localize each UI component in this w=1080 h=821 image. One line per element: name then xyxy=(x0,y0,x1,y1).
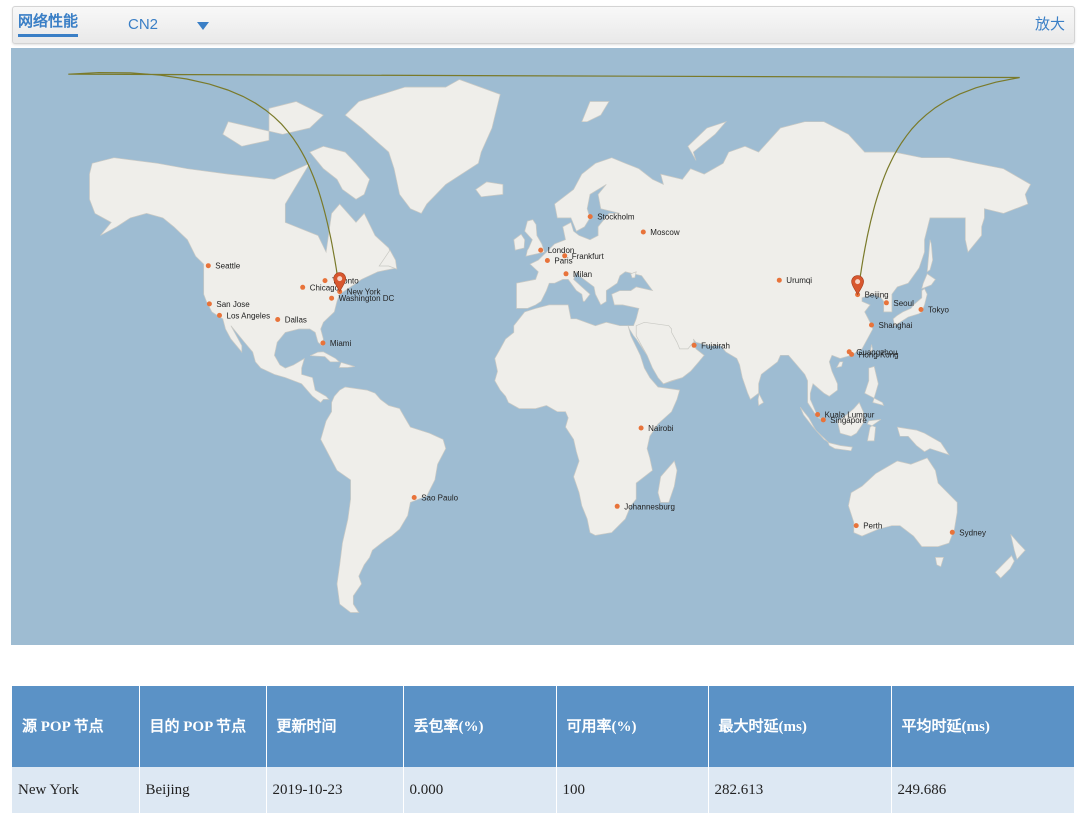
city-label: Fujairah xyxy=(701,341,730,350)
city-dot[interactable] xyxy=(300,284,306,290)
city-dot[interactable] xyxy=(883,300,889,306)
zoom-button[interactable]: 放大 xyxy=(1035,16,1065,34)
city-dot[interactable] xyxy=(329,295,335,301)
city-label: Washington DC xyxy=(339,294,395,303)
table-header-row: 源 POP 节点 目的 POP 节点 更新时间 丢包率(%) 可用率(%) 最大… xyxy=(12,686,1074,767)
city-label: Milan xyxy=(573,270,592,279)
city-dot[interactable] xyxy=(815,412,821,417)
city-label: London xyxy=(548,246,575,255)
city-label: Tokyo xyxy=(928,306,949,315)
city-label: Johannesburg xyxy=(624,502,675,511)
cell-update-time: 2019-10-23 xyxy=(266,767,404,813)
city-label: Perth xyxy=(863,522,882,531)
tab-network-performance[interactable]: 网络性能 xyxy=(18,13,79,37)
col-source-pop: 源 POP 节点 xyxy=(12,686,140,767)
toolbar: 网络性能 CN2 放大 xyxy=(12,6,1075,44)
chevron-down-icon[interactable] xyxy=(197,22,209,30)
city-dot[interactable] xyxy=(563,271,569,277)
cell-packet-loss: 0.000 xyxy=(403,767,557,813)
city-dot[interactable] xyxy=(562,253,568,259)
city-label: Seoul xyxy=(893,299,914,308)
city-dot[interactable] xyxy=(206,301,212,307)
city-label: Nairobi xyxy=(648,424,674,433)
city-label: San Jose xyxy=(216,300,250,309)
city-label: Sydney xyxy=(959,528,986,537)
city-label: Shanghai xyxy=(879,321,913,330)
city-dot[interactable] xyxy=(853,523,859,529)
col-availability: 可用率(%) xyxy=(556,686,709,767)
cell-max-latency: 282.613 xyxy=(708,767,892,813)
city-dot[interactable] xyxy=(538,247,544,253)
city-label: Singapore xyxy=(830,416,867,425)
city-dot[interactable] xyxy=(411,495,417,500)
col-avg-latency: 平均时延(ms) xyxy=(891,686,1074,767)
performance-table: 源 POP 节点 目的 POP 节点 更新时间 丢包率(%) 可用率(%) 最大… xyxy=(12,686,1074,813)
city-dot[interactable] xyxy=(691,342,697,348)
city-label: Moscow xyxy=(650,228,680,237)
city-dot[interactable] xyxy=(918,307,924,312)
city-dot[interactable] xyxy=(776,277,782,283)
city-label: Frankfurt xyxy=(572,252,605,261)
city-dot[interactable] xyxy=(275,317,281,322)
city-dot[interactable] xyxy=(322,278,328,284)
city-label: Dallas xyxy=(285,316,307,325)
city-dot[interactable] xyxy=(638,425,644,431)
cell-source-pop: New York xyxy=(12,767,140,813)
city-dot[interactable] xyxy=(544,258,550,263)
city-label: Miami xyxy=(330,339,352,348)
city-dot[interactable] xyxy=(587,214,593,220)
cell-dest-pop: Beijing xyxy=(139,767,267,813)
city-label: Stockholm xyxy=(597,213,635,222)
col-update-time: 更新时间 xyxy=(266,686,404,767)
city-dot[interactable] xyxy=(640,229,646,235)
cell-avg-latency: 249.686 xyxy=(891,767,1074,813)
city-dot[interactable] xyxy=(205,263,211,269)
city-dot[interactable] xyxy=(217,312,222,318)
city-dot[interactable] xyxy=(820,417,826,423)
table-row: New York Beijing 2019-10-23 0.000 100 28… xyxy=(12,767,1074,813)
col-max-latency: 最大时延(ms) xyxy=(708,686,892,767)
city-dot[interactable] xyxy=(949,529,955,535)
city-label: Beijing xyxy=(865,291,889,300)
city-dot[interactable] xyxy=(320,340,326,346)
city-label: Urumqi xyxy=(786,276,812,285)
line-select[interactable]: CN2 xyxy=(128,16,158,34)
col-packet-loss: 丢包率(%) xyxy=(403,686,557,767)
city-dot[interactable] xyxy=(849,351,855,357)
city-dot[interactable] xyxy=(869,322,874,328)
city-dot[interactable] xyxy=(614,503,620,509)
city-label: Sao Paulo xyxy=(421,494,458,503)
cell-availability: 100 xyxy=(556,767,709,813)
col-dest-pop: 目的 POP 节点 xyxy=(139,686,267,767)
city-label: Hong Kong xyxy=(859,350,899,359)
city-label: Los Angeles xyxy=(227,311,271,320)
city-label: Seattle xyxy=(215,262,240,271)
world-map[interactable]: SeattleSan JoseLos AngelesDallasChicagoT… xyxy=(11,48,1074,645)
